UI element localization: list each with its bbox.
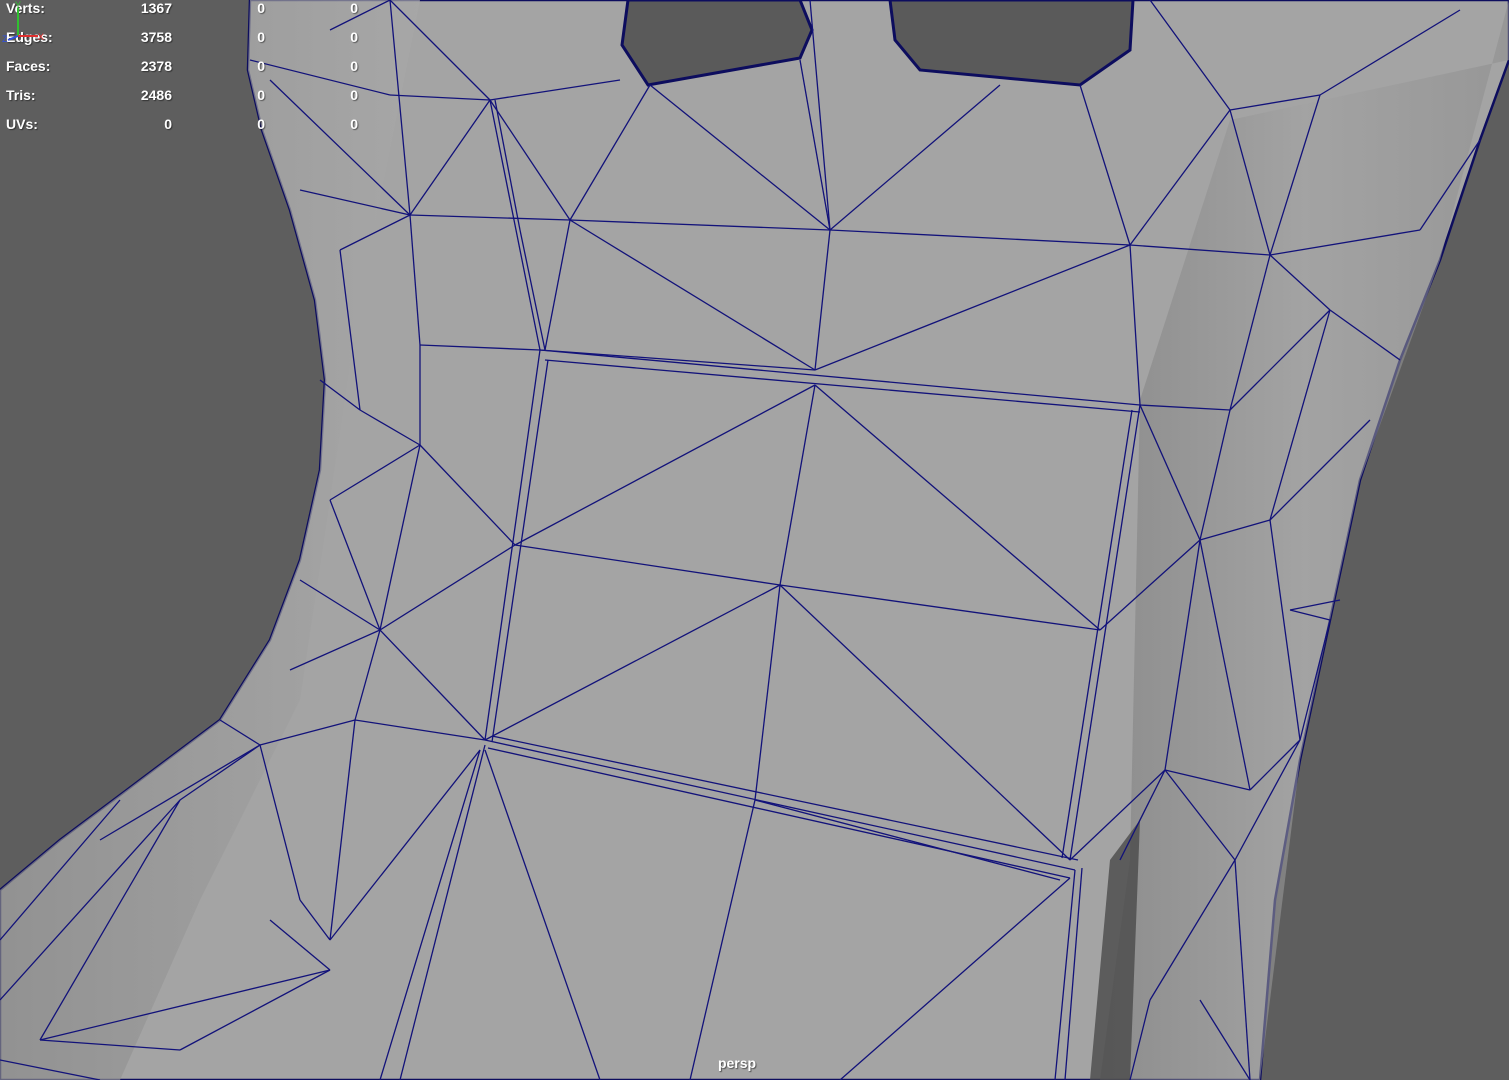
axis-gizmo-icon: Y X Z: [2, 0, 44, 44]
z-axis-line: [7, 35, 19, 41]
z-axis-label: Z: [2, 34, 8, 44]
seat-mesh-render: [0, 0, 1509, 1080]
camera-name-label: persp: [717, 1055, 757, 1071]
x-axis-label: X: [38, 32, 44, 42]
y-axis-label: Y: [15, 0, 21, 10]
3d-viewport[interactable]: Verts: 1367 0 0 Edges: 3758 0 0 Faces: 2…: [0, 0, 1509, 1080]
